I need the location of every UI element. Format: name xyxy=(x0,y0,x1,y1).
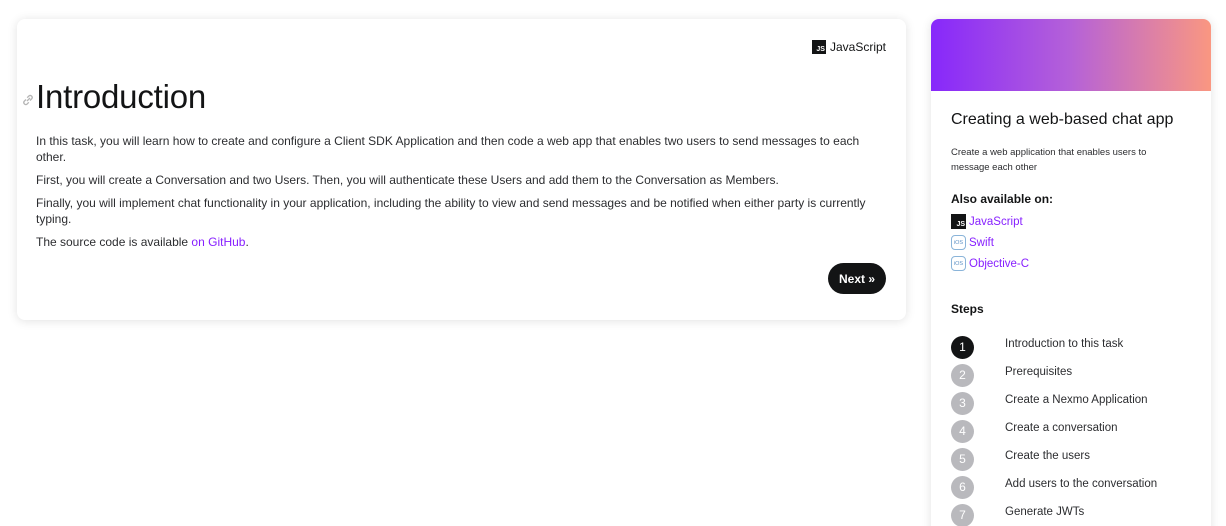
available-link[interactable]: JavaScript xyxy=(969,216,1023,228)
available-item-objective-c[interactable]: iOS Objective-C xyxy=(951,253,1029,274)
step-item[interactable]: 1 Introduction to this task xyxy=(951,333,1157,361)
steps-title: Steps xyxy=(951,302,984,316)
source-prefix: The source code is available xyxy=(36,235,192,249)
available-list: JS JavaScript iOS Swift iOS Objective-C xyxy=(951,211,1029,274)
step-number: 4 xyxy=(951,419,974,443)
title-row: Introduction xyxy=(21,78,206,116)
source-suffix: . xyxy=(245,235,249,249)
available-link[interactable]: Objective-C xyxy=(969,258,1029,270)
step-number: 1 xyxy=(951,335,974,359)
sidebar-banner xyxy=(931,19,1211,91)
step-item[interactable]: 3 Create a Nexmo Application xyxy=(951,389,1157,417)
step-item[interactable]: 6 Add users to the conversation xyxy=(951,473,1157,501)
ios-icon: iOS xyxy=(951,256,966,271)
step-number: 6 xyxy=(951,475,974,499)
step-number: 5 xyxy=(951,447,974,471)
step-label[interactable]: Add users to the conversation xyxy=(1005,478,1157,490)
step-label[interactable]: Create a Nexmo Application xyxy=(1005,394,1148,406)
github-link[interactable]: on GitHub xyxy=(191,235,245,249)
step-label[interactable]: Create a conversation xyxy=(1005,422,1118,434)
sidebar-description: Create a web application that enables us… xyxy=(951,147,1147,173)
javascript-icon: JS xyxy=(951,214,966,229)
next-button[interactable]: Next » xyxy=(828,263,886,294)
link-icon[interactable] xyxy=(21,93,35,107)
step-number: 2 xyxy=(951,363,974,387)
step-number: 7 xyxy=(951,503,974,526)
step-item[interactable]: 2 Prerequisites xyxy=(951,361,1157,389)
intro-paragraph: In this task, you will learn how to crea… xyxy=(36,134,860,164)
step-item[interactable]: 5 Create the users xyxy=(951,445,1157,473)
javascript-icon: JS xyxy=(811,40,826,54)
language-badge[interactable]: JS JavaScript xyxy=(811,40,886,54)
intro-paragraph: First, you will create a Conversation an… xyxy=(36,173,779,187)
main-content-card: JS JavaScript Introduction In this task,… xyxy=(17,19,906,320)
available-item-swift[interactable]: iOS Swift xyxy=(951,232,1029,253)
source-paragraph: The source code is available on GitHub. xyxy=(36,234,888,250)
steps-list: 1 Introduction to this task 2 Prerequisi… xyxy=(951,333,1157,526)
step-label[interactable]: Create the users xyxy=(1005,450,1090,462)
step-item[interactable]: 4 Create a conversation xyxy=(951,417,1157,445)
available-item-javascript[interactable]: JS JavaScript xyxy=(951,211,1029,232)
step-number: 3 xyxy=(951,391,974,415)
available-link[interactable]: Swift xyxy=(969,237,994,249)
step-item[interactable]: 7 Generate JWTs xyxy=(951,501,1157,526)
available-title: Also available on: xyxy=(951,192,1054,206)
language-label: JavaScript xyxy=(829,40,886,54)
step-label[interactable]: Generate JWTs xyxy=(1005,506,1084,518)
intro-text: In this task, you will learn how to crea… xyxy=(36,133,888,257)
sidebar-card: Creating a web-based chat app Create a w… xyxy=(931,19,1211,526)
page-title: Introduction xyxy=(36,78,207,115)
sidebar-title: Creating a web-based chat app xyxy=(951,111,1174,128)
step-label[interactable]: Prerequisites xyxy=(1005,366,1072,378)
step-label[interactable]: Introduction to this task xyxy=(1005,338,1123,350)
intro-paragraph: Finally, you will implement chat functio… xyxy=(36,196,866,226)
ios-icon: iOS xyxy=(951,235,966,250)
